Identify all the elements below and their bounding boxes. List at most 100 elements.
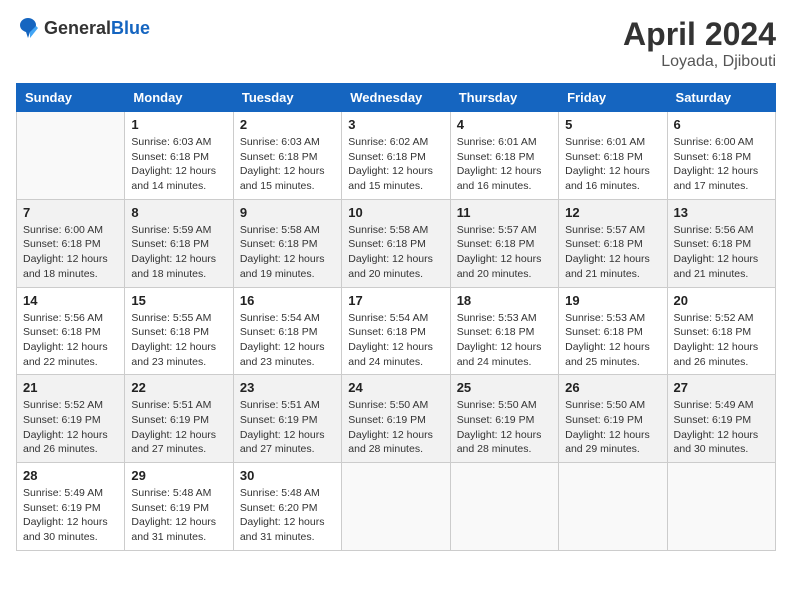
day-info: Sunrise: 6:01 AM Sunset: 6:18 PM Dayligh…	[565, 135, 660, 194]
day-number: 21	[23, 380, 118, 395]
day-number: 23	[240, 380, 335, 395]
day-number: 22	[131, 380, 226, 395]
calendar-week-row: 1 Sunrise: 6:03 AM Sunset: 6:18 PM Daylig…	[17, 112, 776, 200]
table-row: 5Sunrise: 6:01 AM Sunset: 6:18 PM Daylig…	[559, 112, 667, 200]
table-row: 1 Sunrise: 6:03 AM Sunset: 6:18 PM Daylig…	[125, 112, 233, 200]
day-number: 4	[457, 117, 552, 132]
day-info: Sunrise: 5:49 AM Sunset: 6:19 PM Dayligh…	[23, 486, 118, 545]
day-number: 17	[348, 293, 443, 308]
day-info: Sunrise: 5:53 AM Sunset: 6:18 PM Dayligh…	[565, 311, 660, 370]
day-number: 28	[23, 468, 118, 483]
table-row: 22 Sunrise: 5:51 AM Sunset: 6:19 PM Dayli…	[125, 375, 233, 463]
day-info: Sunrise: 5:48 AM Sunset: 6:19 PM Dayligh…	[131, 486, 226, 545]
table-row	[17, 112, 125, 200]
day-number: 3	[348, 117, 443, 132]
table-row: 7 Sunrise: 6:00 AM Sunset: 6:18 PM Daylig…	[17, 199, 125, 287]
header-sunday: Sunday	[17, 84, 125, 112]
day-info: Sunrise: 5:54 AM Sunset: 6:18 PM Dayligh…	[240, 311, 335, 370]
table-row: 20 Sunrise: 5:52 AM Sunset: 6:18 PM Dayli…	[667, 287, 775, 375]
table-row: 23 Sunrise: 5:51 AM Sunset: 6:19 PM Dayli…	[233, 375, 341, 463]
day-number: 20	[674, 293, 769, 308]
location: Loyada, Djibouti	[623, 53, 776, 71]
day-number: 11	[457, 205, 552, 220]
day-number: 7	[23, 205, 118, 220]
table-row: 9Sunrise: 5:58 AM Sunset: 6:18 PM Daylig…	[233, 199, 341, 287]
day-info: Sunrise: 6:00 AM Sunset: 6:18 PM Dayligh…	[23, 223, 118, 282]
day-number: 30	[240, 468, 335, 483]
day-info: Sunrise: 5:53 AM Sunset: 6:18 PM Dayligh…	[457, 311, 552, 370]
day-info: Sunrise: 5:51 AM Sunset: 6:19 PM Dayligh…	[131, 398, 226, 457]
header-monday: Monday	[125, 84, 233, 112]
table-row: 21 Sunrise: 5:52 AM Sunset: 6:19 PM Dayli…	[17, 375, 125, 463]
header-tuesday: Tuesday	[233, 84, 341, 112]
day-info: Sunrise: 5:48 AM Sunset: 6:20 PM Dayligh…	[240, 486, 335, 545]
calendar-week-row: 21 Sunrise: 5:52 AM Sunset: 6:19 PM Dayli…	[17, 375, 776, 463]
table-row: 3Sunrise: 6:02 AM Sunset: 6:18 PM Daylig…	[342, 112, 450, 200]
table-row: 27 Sunrise: 5:49 AM Sunset: 6:19 PM Dayli…	[667, 375, 775, 463]
day-number: 29	[131, 468, 226, 483]
header-wednesday: Wednesday	[342, 84, 450, 112]
table-row: 15Sunrise: 5:55 AM Sunset: 6:18 PM Dayli…	[125, 287, 233, 375]
logo-wordmark: GeneralBlue	[44, 18, 150, 39]
day-info: Sunrise: 5:52 AM Sunset: 6:18 PM Dayligh…	[674, 311, 769, 370]
day-info: Sunrise: 6:01 AM Sunset: 6:18 PM Dayligh…	[457, 135, 552, 194]
table-row: 25Sunrise: 5:50 AM Sunset: 6:19 PM Dayli…	[450, 375, 558, 463]
table-row: 2Sunrise: 6:03 AM Sunset: 6:18 PM Daylig…	[233, 112, 341, 200]
table-row	[559, 463, 667, 551]
day-info: Sunrise: 5:49 AM Sunset: 6:19 PM Dayligh…	[674, 398, 769, 457]
table-row: 8 Sunrise: 5:59 AM Sunset: 6:18 PM Daylig…	[125, 199, 233, 287]
day-number: 8	[131, 205, 226, 220]
month-year: April 2024	[623, 16, 776, 53]
day-info: Sunrise: 5:50 AM Sunset: 6:19 PM Dayligh…	[565, 398, 660, 457]
table-row: 30 Sunrise: 5:48 AM Sunset: 6:20 PM Dayli…	[233, 463, 341, 551]
calendar-week-row: 14 Sunrise: 5:56 AM Sunset: 6:18 PM Dayli…	[17, 287, 776, 375]
day-info: Sunrise: 5:51 AM Sunset: 6:19 PM Dayligh…	[240, 398, 335, 457]
day-number: 6	[674, 117, 769, 132]
calendar-table: Sunday Monday Tuesday Wednesday Thursday…	[16, 83, 776, 551]
table-row	[667, 463, 775, 551]
day-number: 13	[674, 205, 769, 220]
table-row: 11Sunrise: 5:57 AM Sunset: 6:18 PM Dayli…	[450, 199, 558, 287]
day-number: 27	[674, 380, 769, 395]
day-info: Sunrise: 5:58 AM Sunset: 6:18 PM Dayligh…	[348, 223, 443, 282]
logo-blue: Blue	[111, 18, 150, 38]
table-row: 4 Sunrise: 6:01 AM Sunset: 6:18 PM Daylig…	[450, 112, 558, 200]
day-info: Sunrise: 5:50 AM Sunset: 6:19 PM Dayligh…	[348, 398, 443, 457]
table-row: 12Sunrise: 5:57 AM Sunset: 6:18 PM Dayli…	[559, 199, 667, 287]
table-row: 17Sunrise: 5:54 AM Sunset: 6:18 PM Dayli…	[342, 287, 450, 375]
day-number: 18	[457, 293, 552, 308]
day-number: 24	[348, 380, 443, 395]
header-friday: Friday	[559, 84, 667, 112]
table-row: 14 Sunrise: 5:56 AM Sunset: 6:18 PM Dayli…	[17, 287, 125, 375]
table-row: 28 Sunrise: 5:49 AM Sunset: 6:19 PM Dayli…	[17, 463, 125, 551]
table-row: 24 Sunrise: 5:50 AM Sunset: 6:19 PM Dayli…	[342, 375, 450, 463]
day-info: Sunrise: 5:56 AM Sunset: 6:18 PM Dayligh…	[23, 311, 118, 370]
table-row: 18 Sunrise: 5:53 AM Sunset: 6:18 PM Dayli…	[450, 287, 558, 375]
day-info: Sunrise: 6:00 AM Sunset: 6:18 PM Dayligh…	[674, 135, 769, 194]
title-block: April 2024 Loyada, Djibouti	[623, 16, 776, 71]
table-row: 16Sunrise: 5:54 AM Sunset: 6:18 PM Dayli…	[233, 287, 341, 375]
day-number: 14	[23, 293, 118, 308]
table-row: 13 Sunrise: 5:56 AM Sunset: 6:18 PM Dayli…	[667, 199, 775, 287]
logo-icon	[16, 16, 40, 40]
table-row	[342, 463, 450, 551]
weekday-header-row: Sunday Monday Tuesday Wednesday Thursday…	[17, 84, 776, 112]
table-row: 26Sunrise: 5:50 AM Sunset: 6:19 PM Dayli…	[559, 375, 667, 463]
day-number: 10	[348, 205, 443, 220]
page-header: GeneralBlue April 2024 Loyada, Djibouti	[16, 16, 776, 71]
day-info: Sunrise: 5:58 AM Sunset: 6:18 PM Dayligh…	[240, 223, 335, 282]
header-saturday: Saturday	[667, 84, 775, 112]
day-info: Sunrise: 5:59 AM Sunset: 6:18 PM Dayligh…	[131, 223, 226, 282]
day-number: 25	[457, 380, 552, 395]
day-number: 1	[131, 117, 226, 132]
header-thursday: Thursday	[450, 84, 558, 112]
day-info: Sunrise: 6:03 AM Sunset: 6:18 PM Dayligh…	[240, 135, 335, 194]
table-row	[450, 463, 558, 551]
day-info: Sunrise: 5:56 AM Sunset: 6:18 PM Dayligh…	[674, 223, 769, 282]
day-number: 15	[131, 293, 226, 308]
day-info: Sunrise: 5:52 AM Sunset: 6:19 PM Dayligh…	[23, 398, 118, 457]
day-info: Sunrise: 6:03 AM Sunset: 6:18 PM Dayligh…	[131, 135, 226, 194]
table-row: 10 Sunrise: 5:58 AM Sunset: 6:18 PM Dayli…	[342, 199, 450, 287]
table-row: 29 Sunrise: 5:48 AM Sunset: 6:19 PM Dayli…	[125, 463, 233, 551]
table-row: 6 Sunrise: 6:00 AM Sunset: 6:18 PM Daylig…	[667, 112, 775, 200]
